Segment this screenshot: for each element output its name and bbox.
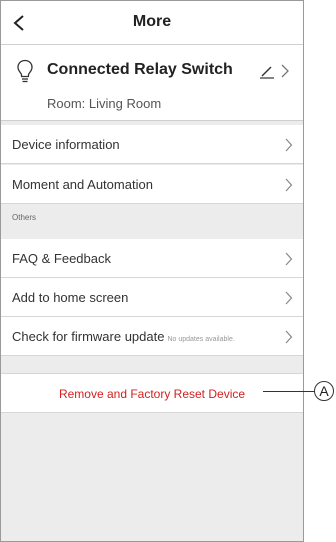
page-title: More	[132, 13, 172, 30]
device-room: Room: Living Room	[47, 96, 162, 111]
remove-factory-reset-button[interactable]: Remove and Factory Reset Device	[1, 373, 303, 413]
firmware-update-row[interactable]: Check for firmware update No updates avai…	[1, 317, 303, 356]
chevron-right-icon	[285, 291, 293, 305]
device-name: Connected Relay Switch	[47, 61, 233, 78]
moment-and-automation-row[interactable]: Moment and Automation	[1, 165, 303, 204]
faq-feedback-row[interactable]: FAQ & Feedback	[1, 239, 303, 278]
section-label-others: Others	[12, 213, 37, 222]
phone-screen: More Connected Relay Switch Room: Living…	[0, 0, 304, 542]
lightbulb-icon	[17, 59, 33, 83]
row-label: Add to home screen	[12, 290, 129, 305]
pencil-edit-icon[interactable]	[259, 63, 275, 79]
chevron-right-icon	[285, 138, 293, 152]
firmware-update-label: Check for firmware update	[12, 329, 165, 344]
chevron-right-icon	[285, 178, 293, 192]
row-label: Check for firmware update No updates avai…	[12, 329, 235, 344]
row-label: Device information	[12, 137, 120, 152]
device-information-row[interactable]: Device information	[1, 125, 303, 164]
callout-leader-line	[263, 391, 315, 392]
chevron-right-icon	[285, 252, 293, 266]
chevron-right-icon	[285, 330, 293, 344]
chevron-right-icon[interactable]	[280, 64, 290, 78]
callout-marker: A	[314, 381, 334, 401]
row-label: FAQ & Feedback	[12, 251, 111, 266]
device-card: Connected Relay Switch Room: Living Room	[1, 45, 303, 121]
row-label: Moment and Automation	[12, 177, 153, 192]
add-to-home-screen-row[interactable]: Add to home screen	[1, 278, 303, 317]
firmware-status-text: No updates available.	[167, 336, 235, 343]
remove-factory-reset-label: Remove and Factory Reset Device	[58, 387, 246, 401]
top-bar: More	[1, 1, 303, 45]
